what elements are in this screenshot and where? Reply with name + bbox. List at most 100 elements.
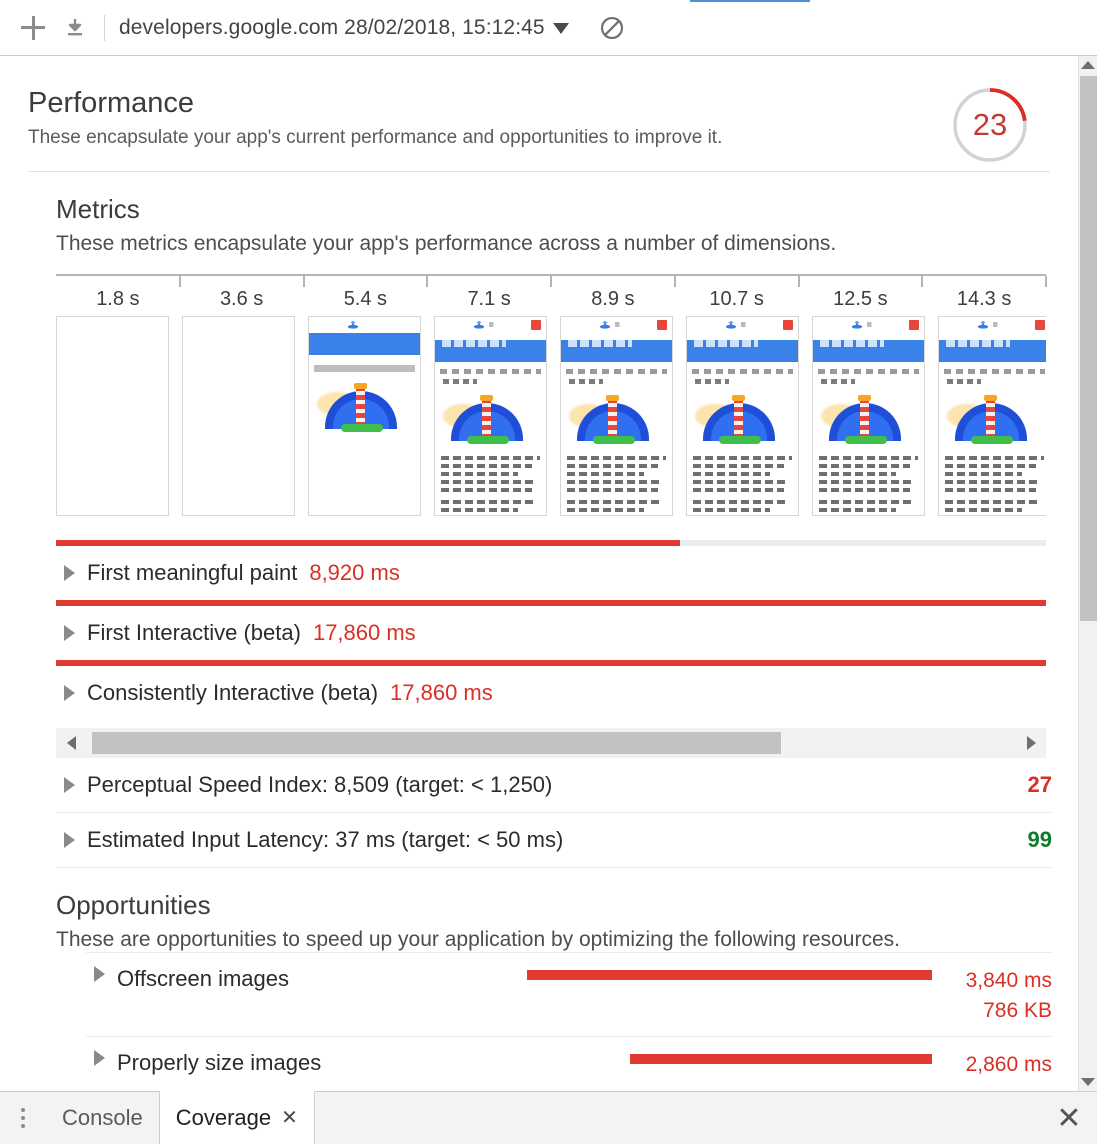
frame-navbar — [813, 340, 924, 362]
drawer-tab-coverage[interactable]: Coverage ✕ — [158, 1091, 315, 1144]
report-selector-label: developers.google.com 28/02/2018, 15:12:… — [119, 15, 545, 39]
frame-navbar-text — [694, 340, 758, 347]
frame-paragraph — [441, 500, 540, 515]
vertical-scrollbar-thumb[interactable] — [1080, 76, 1097, 621]
metrics-horizontal-scrollbar[interactable] — [56, 728, 1046, 758]
drawer-tab-label: Console — [62, 1105, 143, 1130]
drawer-menu-button[interactable] — [0, 1092, 46, 1144]
metric-value: 8,920 ms — [309, 560, 400, 585]
lighthouse-star — [521, 425, 524, 428]
chevron-down-icon — [552, 23, 569, 34]
frame-statusbar-text — [489, 322, 500, 327]
metric-row[interactable]: First meaningful paint 8,920 ms — [56, 540, 1046, 600]
opportunity-bar-fill — [527, 970, 932, 980]
scroll-down-button[interactable] — [1079, 1073, 1097, 1091]
frame-subheading — [947, 379, 981, 384]
filmstrip-frame[interactable] — [560, 316, 673, 516]
lighthouse-lamp — [354, 383, 367, 389]
frame-subheading — [443, 379, 477, 384]
lighthouse-lamp — [480, 395, 493, 401]
filmstrip-frame[interactable] — [308, 316, 421, 516]
frame-statusbar — [687, 317, 798, 333]
opportunity-row[interactable]: Properly size images 2,860 ms — [86, 1036, 1052, 1090]
frame-statusbar — [435, 317, 546, 333]
metric-label: Perceptual Speed Index: 8,509 (target: <… — [87, 772, 553, 797]
frame-paragraph — [567, 500, 666, 515]
kebab-dot — [21, 1108, 25, 1112]
timeline-tick-mark — [1045, 276, 1047, 287]
lighthouse-logo-icon — [725, 321, 737, 329]
page-description: These encapsulate your app's current per… — [28, 127, 723, 148]
metric-row[interactable]: Consistently Interactive (beta) 17,860 ms — [56, 660, 1046, 720]
scroll-right-button[interactable] — [1016, 728, 1046, 758]
expand-triangle-icon[interactable] — [94, 1050, 105, 1066]
lighthouse-lamp — [732, 395, 745, 401]
report-vertical-scrollbar[interactable] — [1078, 56, 1097, 1091]
metric-value: 17,860 ms — [312, 620, 416, 645]
frame-placeholder-bar — [314, 365, 415, 372]
opportunity-bar-track — [506, 1054, 932, 1064]
new-audit-button[interactable] — [12, 7, 54, 49]
frame-statusbar — [561, 317, 672, 333]
filmstrip-frame[interactable] — [686, 316, 799, 516]
metric-label: Estimated Input Latency: 37 ms (target: … — [87, 827, 564, 852]
frame-navbar — [939, 340, 1046, 362]
filmstrip-frame[interactable] — [182, 316, 295, 516]
close-drawer-button[interactable]: ✕ — [1041, 1092, 1097, 1144]
drawer-tab-console[interactable]: Console — [46, 1092, 159, 1144]
metric-row[interactable]: Estimated Input Latency: 37 ms (target: … — [56, 813, 1052, 868]
horizontal-scrollbar-thumb[interactable] — [92, 732, 781, 754]
close-icon[interactable]: ✕ — [281, 1105, 298, 1130]
metric-rows: First meaningful paint 8,920 ms First Inte… — [56, 540, 1046, 720]
filmstrip-frame[interactable] — [938, 316, 1046, 516]
frame-statusbar-text — [867, 322, 878, 327]
frame-hero-illustration — [939, 394, 1046, 448]
frame-navbar — [561, 340, 672, 362]
frame-navbar — [435, 340, 546, 362]
expand-triangle-icon[interactable] — [64, 777, 75, 793]
score-value: 23 — [972, 107, 1008, 142]
opportunity-label: Properly size images — [117, 1050, 322, 1075]
expand-triangle-icon[interactable] — [64, 565, 75, 581]
chevron-left-icon — [66, 736, 76, 750]
filmstrip-frame[interactable] — [434, 316, 547, 516]
timeline-tick-label: 12.5 s — [833, 288, 888, 310]
report-selector[interactable]: developers.google.com 28/02/2018, 15:12:… — [119, 16, 569, 40]
frame-hero-illustration — [435, 394, 546, 448]
devtools-drawer: Console Coverage ✕ ✕ — [0, 1091, 1097, 1144]
export-report-button[interactable] — [54, 7, 96, 49]
lighthouse-ground — [971, 436, 1013, 444]
opportunities-title: Opportunities — [56, 890, 211, 920]
frame-paragraph — [693, 456, 792, 492]
timeline-tick: 3.6 s — [180, 276, 304, 312]
frame-paragraph — [945, 456, 1044, 492]
filmstrip-frame[interactable] — [812, 316, 925, 516]
expand-triangle-icon[interactable] — [64, 832, 75, 848]
lighthouse-lamp — [984, 395, 997, 401]
additional-metric-rows: Perceptual Speed Index: 8,509 (target: <… — [56, 758, 1052, 868]
frame-statusbar-text — [615, 322, 626, 327]
opportunity-rows: Offscreen images 3,840 ms 786 KB Properly s… — [56, 952, 1052, 1090]
timeline-tick: 1.8 s — [56, 276, 180, 312]
clear-audits-button[interactable] — [591, 7, 633, 49]
drawer-tab-label: Coverage — [175, 1104, 272, 1130]
frame-hero-illustration — [309, 382, 420, 436]
expand-triangle-icon[interactable] — [64, 625, 75, 641]
opportunity-row[interactable]: Offscreen images 3,840 ms 786 KB — [86, 952, 1052, 1036]
metric-row[interactable]: First Interactive (beta) 17,860 ms — [56, 600, 1046, 660]
timeline-tick: 8.9 s — [551, 276, 675, 312]
frame-subheading — [569, 379, 603, 384]
download-icon — [68, 18, 82, 35]
lighthouse-ground — [593, 436, 635, 444]
scroll-up-button[interactable] — [1079, 56, 1097, 74]
filmstrip-frame[interactable] — [56, 316, 169, 516]
performance-score-gauge: 23 — [950, 85, 1030, 165]
scroll-left-button[interactable] — [56, 728, 86, 758]
lighthouse-logo-icon — [977, 321, 989, 329]
frame-paragraph — [441, 456, 540, 492]
expand-triangle-icon[interactable] — [94, 966, 105, 982]
metric-row[interactable]: Perceptual Speed Index: 8,509 (target: <… — [56, 758, 1052, 813]
frame-breadcrumb — [440, 369, 541, 374]
opportunity-time: 2,860 ms — [965, 1053, 1052, 1076]
expand-triangle-icon[interactable] — [64, 685, 75, 701]
